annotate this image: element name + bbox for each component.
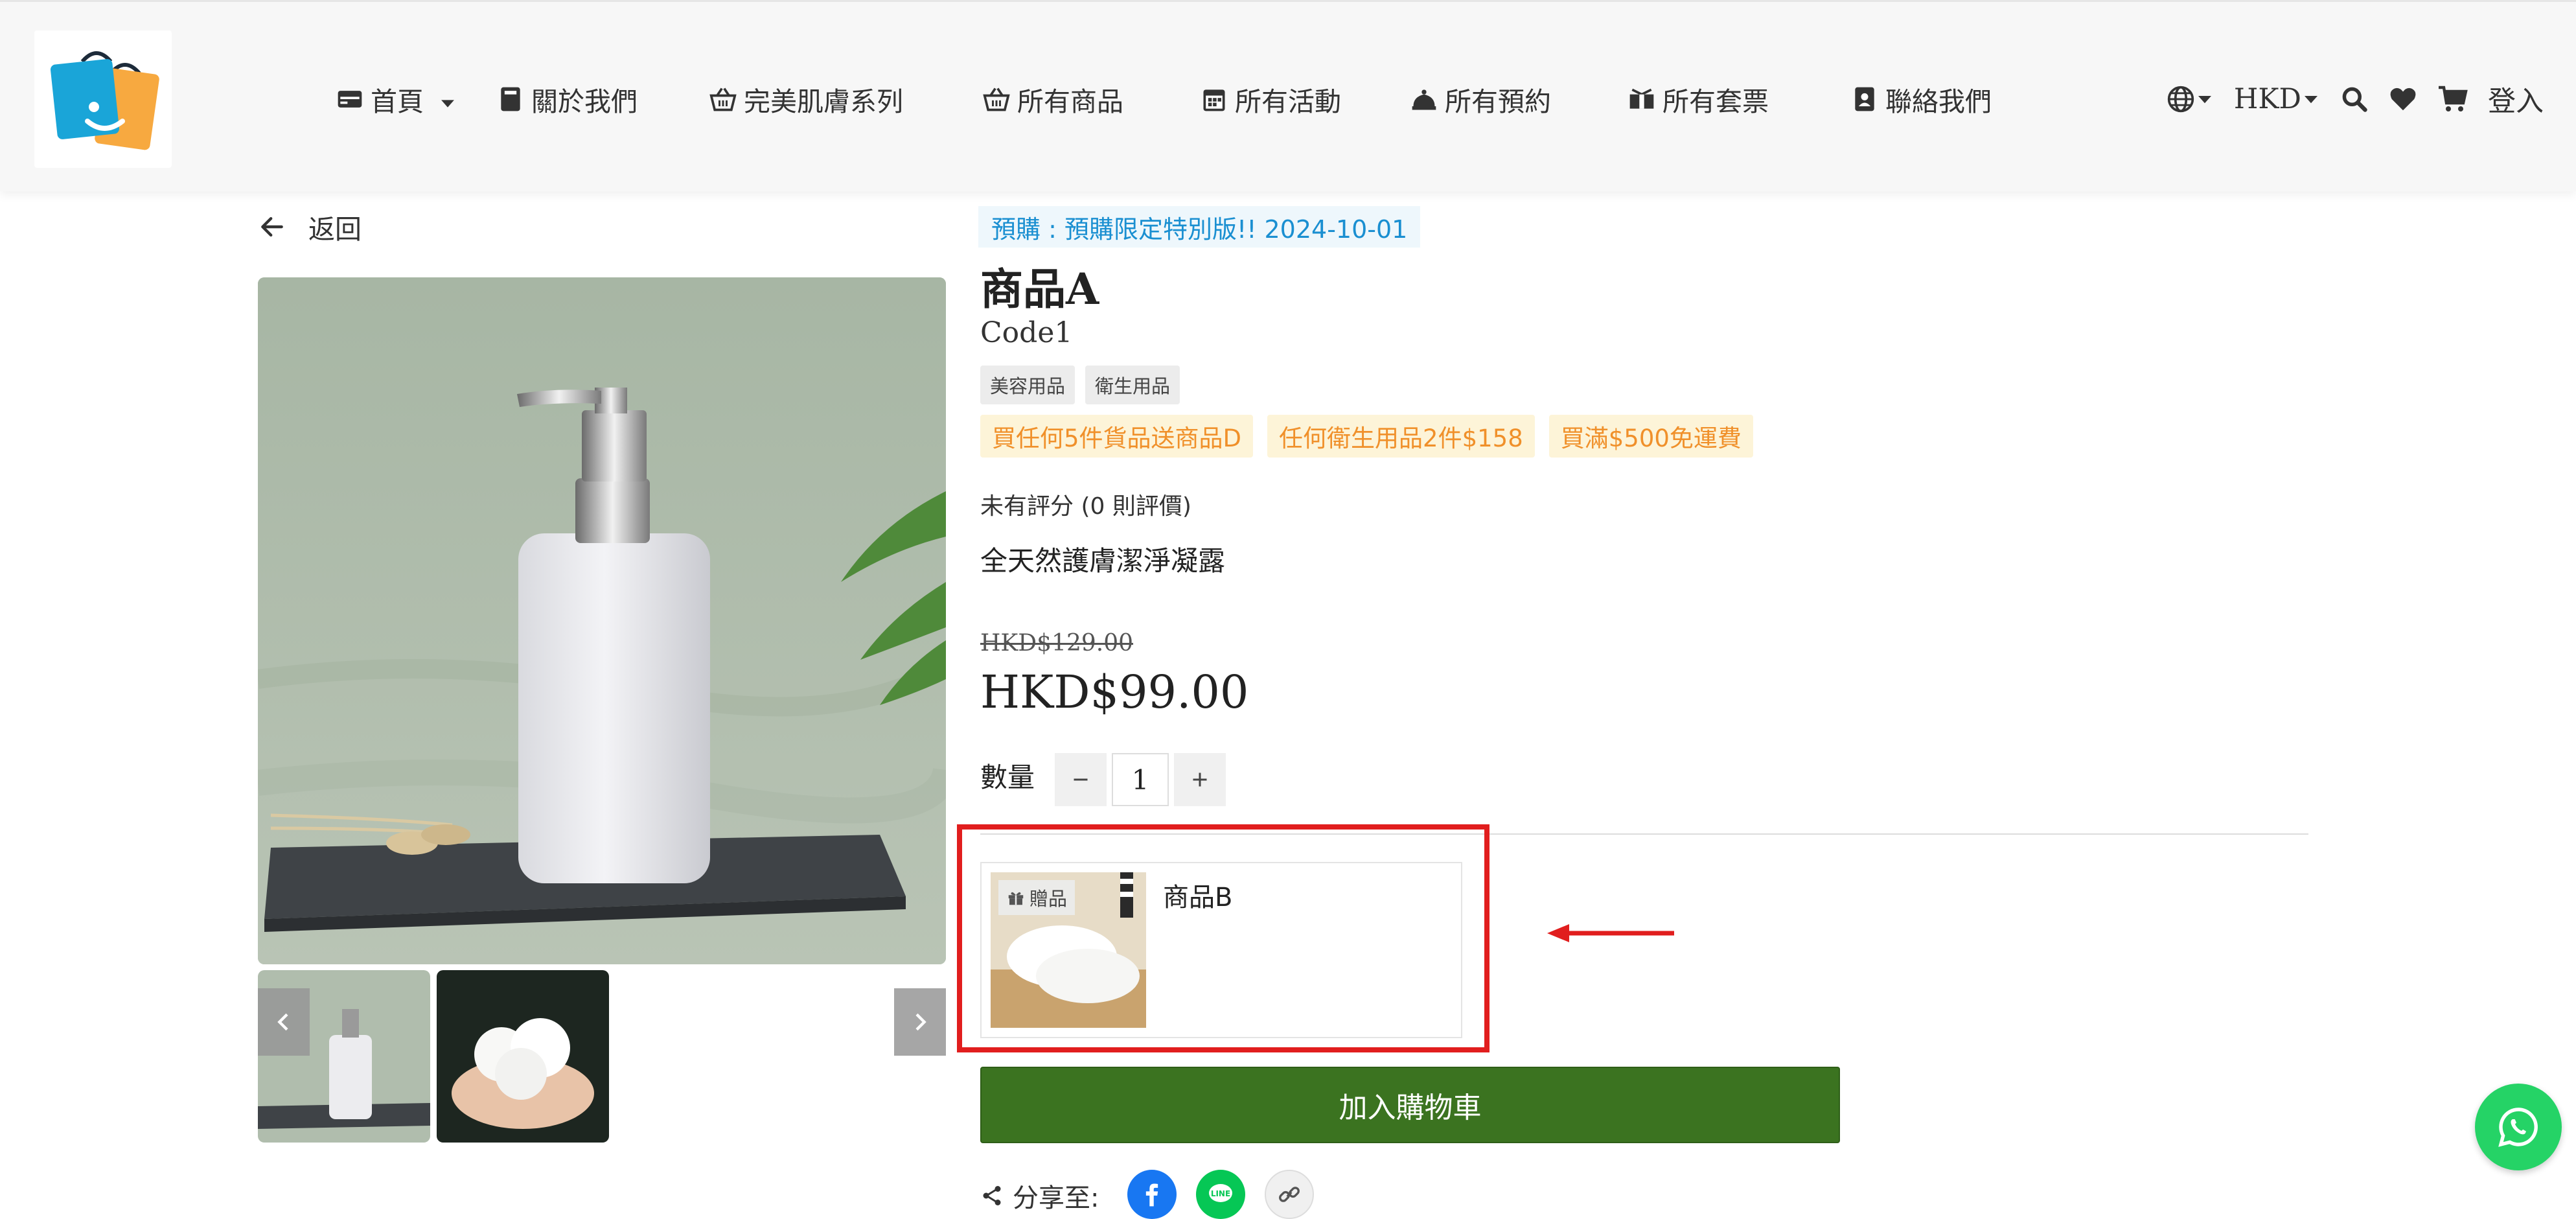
promotion-badge[interactable]: 買任何5件貨品送商品D (980, 415, 1254, 458)
promotion-badge[interactable]: 任何衛生用品2件$158 (1267, 415, 1535, 458)
facebook-icon (1145, 1183, 1158, 1207)
quantity-decrease-button[interactable] (1055, 753, 1107, 806)
promotion-badges: 買任何5件貨品送商品D 任何衛生用品2件$158 買滿$500免運費 (980, 415, 1767, 458)
cart-button[interactable] (2437, 84, 2468, 115)
site-header: 首頁 關於我們 完美肌膚系列 所有商品 所有活動 所有預約 所有套票 聯絡我們 … (0, 0, 2576, 191)
svg-text:LINE: LINE (1211, 1189, 1230, 1198)
login-label: 登入 (2488, 86, 2544, 118)
thumbnail-2[interactable] (437, 970, 609, 1143)
soap-dispenser-photo (258, 277, 946, 964)
header-actions: HKD 登入 (2147, 73, 2544, 125)
caret-down-icon (441, 100, 454, 108)
line-icon: LINE (1209, 1184, 1232, 1202)
caret-down-icon (2305, 96, 2317, 104)
calendar-icon (1203, 89, 1225, 111)
product-tag[interactable]: 衛生用品 (1085, 366, 1180, 404)
quantity-stepper (1055, 753, 1226, 806)
nav-item-all-bookings[interactable]: 所有預約 (1410, 73, 1551, 125)
back-link[interactable]: 返回 (258, 206, 362, 248)
product-title: 商品A (980, 264, 1099, 314)
ticket-icon (1629, 88, 1654, 109)
nav-item-skin-series[interactable]: 完美肌膚系列 (709, 73, 903, 125)
nav-item-label: 所有商品 (1017, 86, 1123, 117)
bell-icon (1412, 89, 1436, 110)
minus-icon (1074, 778, 1088, 781)
quantity-increase-button[interactable] (1174, 753, 1226, 806)
nav-item-label: 關於我們 (531, 86, 638, 117)
nav-item-label: 所有套票 (1662, 86, 1769, 117)
caret-down-icon (2198, 96, 2211, 104)
share-facebook-button[interactable] (1127, 1170, 1177, 1219)
nav-item-label: 聯絡我們 (1885, 86, 1992, 117)
highlight-annotation-box (957, 824, 1489, 1052)
login-link[interactable]: 登入 (2488, 79, 2544, 119)
nav-item-all-events[interactable]: 所有活動 (1200, 73, 1341, 125)
add-to-cart-button[interactable]: 加入購物車 (980, 1067, 1840, 1143)
basket-icon (983, 87, 1010, 111)
thumbnail-strip (258, 970, 946, 1143)
nav-item-all-tickets[interactable]: 所有套票 (1627, 73, 1769, 125)
search-button[interactable] (2340, 85, 2369, 113)
chevron-right-icon (915, 1013, 926, 1031)
thumbnail-prev-button[interactable] (258, 988, 310, 1056)
whatsapp-icon (2498, 1108, 2538, 1147)
book-icon (501, 87, 520, 111)
chevron-left-icon (277, 1013, 288, 1031)
contact-book-icon (1855, 87, 1874, 111)
product-tags: 美容用品 衛生用品 (980, 366, 1190, 404)
nav-item-contact[interactable]: 聯絡我們 (1850, 73, 1992, 125)
nav-item-label: 所有預約 (1445, 86, 1551, 117)
original-price: HKD$129.00 (980, 630, 1134, 656)
home-card-icon (338, 91, 362, 108)
arrow-left-icon (261, 216, 283, 237)
promotion-badge[interactable]: 買滿$500免運費 (1548, 415, 1753, 458)
preorder-badge: 預購 : 預購限定特別版!! 2024-10-01 (978, 206, 1421, 248)
quantity-input[interactable] (1112, 753, 1169, 806)
red-arrow-annotation-icon (1547, 924, 1674, 942)
share-buttons: LINE (1127, 1170, 1333, 1219)
copy-link-button[interactable] (1265, 1170, 1314, 1219)
nav-item-label: 首頁 (371, 86, 424, 117)
nav-item-label: 所有活動 (1235, 86, 1341, 117)
back-label: 返回 (308, 214, 362, 245)
plus-icon (1193, 772, 1207, 787)
cart-icon (2439, 86, 2468, 111)
share-line-button[interactable]: LINE (1196, 1170, 1245, 1219)
thumbnail-next-button[interactable] (894, 988, 946, 1056)
product-code: Code1 (980, 316, 1073, 349)
product-description: 全天然護膚潔淨凝露 (980, 545, 1226, 577)
search-icon (2342, 87, 2367, 112)
share-label: 分享至: (1013, 1183, 1099, 1213)
globe-icon (2167, 86, 2194, 113)
currency-label: HKD (2233, 83, 2301, 115)
language-selector[interactable] (2167, 85, 2214, 113)
shopping-bags-logo-icon (50, 51, 159, 150)
sale-price: HKD$99.00 (980, 666, 1249, 719)
quantity-label: 數量 (980, 761, 1035, 793)
wishlist-button[interactable] (2388, 84, 2418, 114)
product-tag[interactable]: 美容用品 (980, 366, 1075, 404)
product-rating[interactable]: 未有評分 (0 則評價) (980, 487, 1191, 521)
heart-icon (2390, 87, 2416, 111)
basket-icon (709, 87, 737, 111)
currency-selector[interactable]: HKD (2234, 83, 2321, 115)
nav-item-label: 完美肌膚系列 (744, 86, 903, 117)
shop-logo[interactable] (34, 30, 172, 168)
nav-item-about[interactable]: 關於我們 (496, 73, 638, 125)
link-icon (1279, 1187, 1300, 1202)
product-main-image[interactable] (258, 277, 946, 964)
nav-item-home[interactable]: 首頁 (336, 73, 465, 125)
whatsapp-chat-button[interactable] (2475, 1084, 2562, 1170)
cotton-hands-thumbnail (437, 970, 609, 1143)
share-icon (983, 1186, 1001, 1205)
share-section: 分享至: (980, 1173, 1099, 1218)
nav-item-all-products[interactable]: 所有商品 (982, 73, 1123, 125)
